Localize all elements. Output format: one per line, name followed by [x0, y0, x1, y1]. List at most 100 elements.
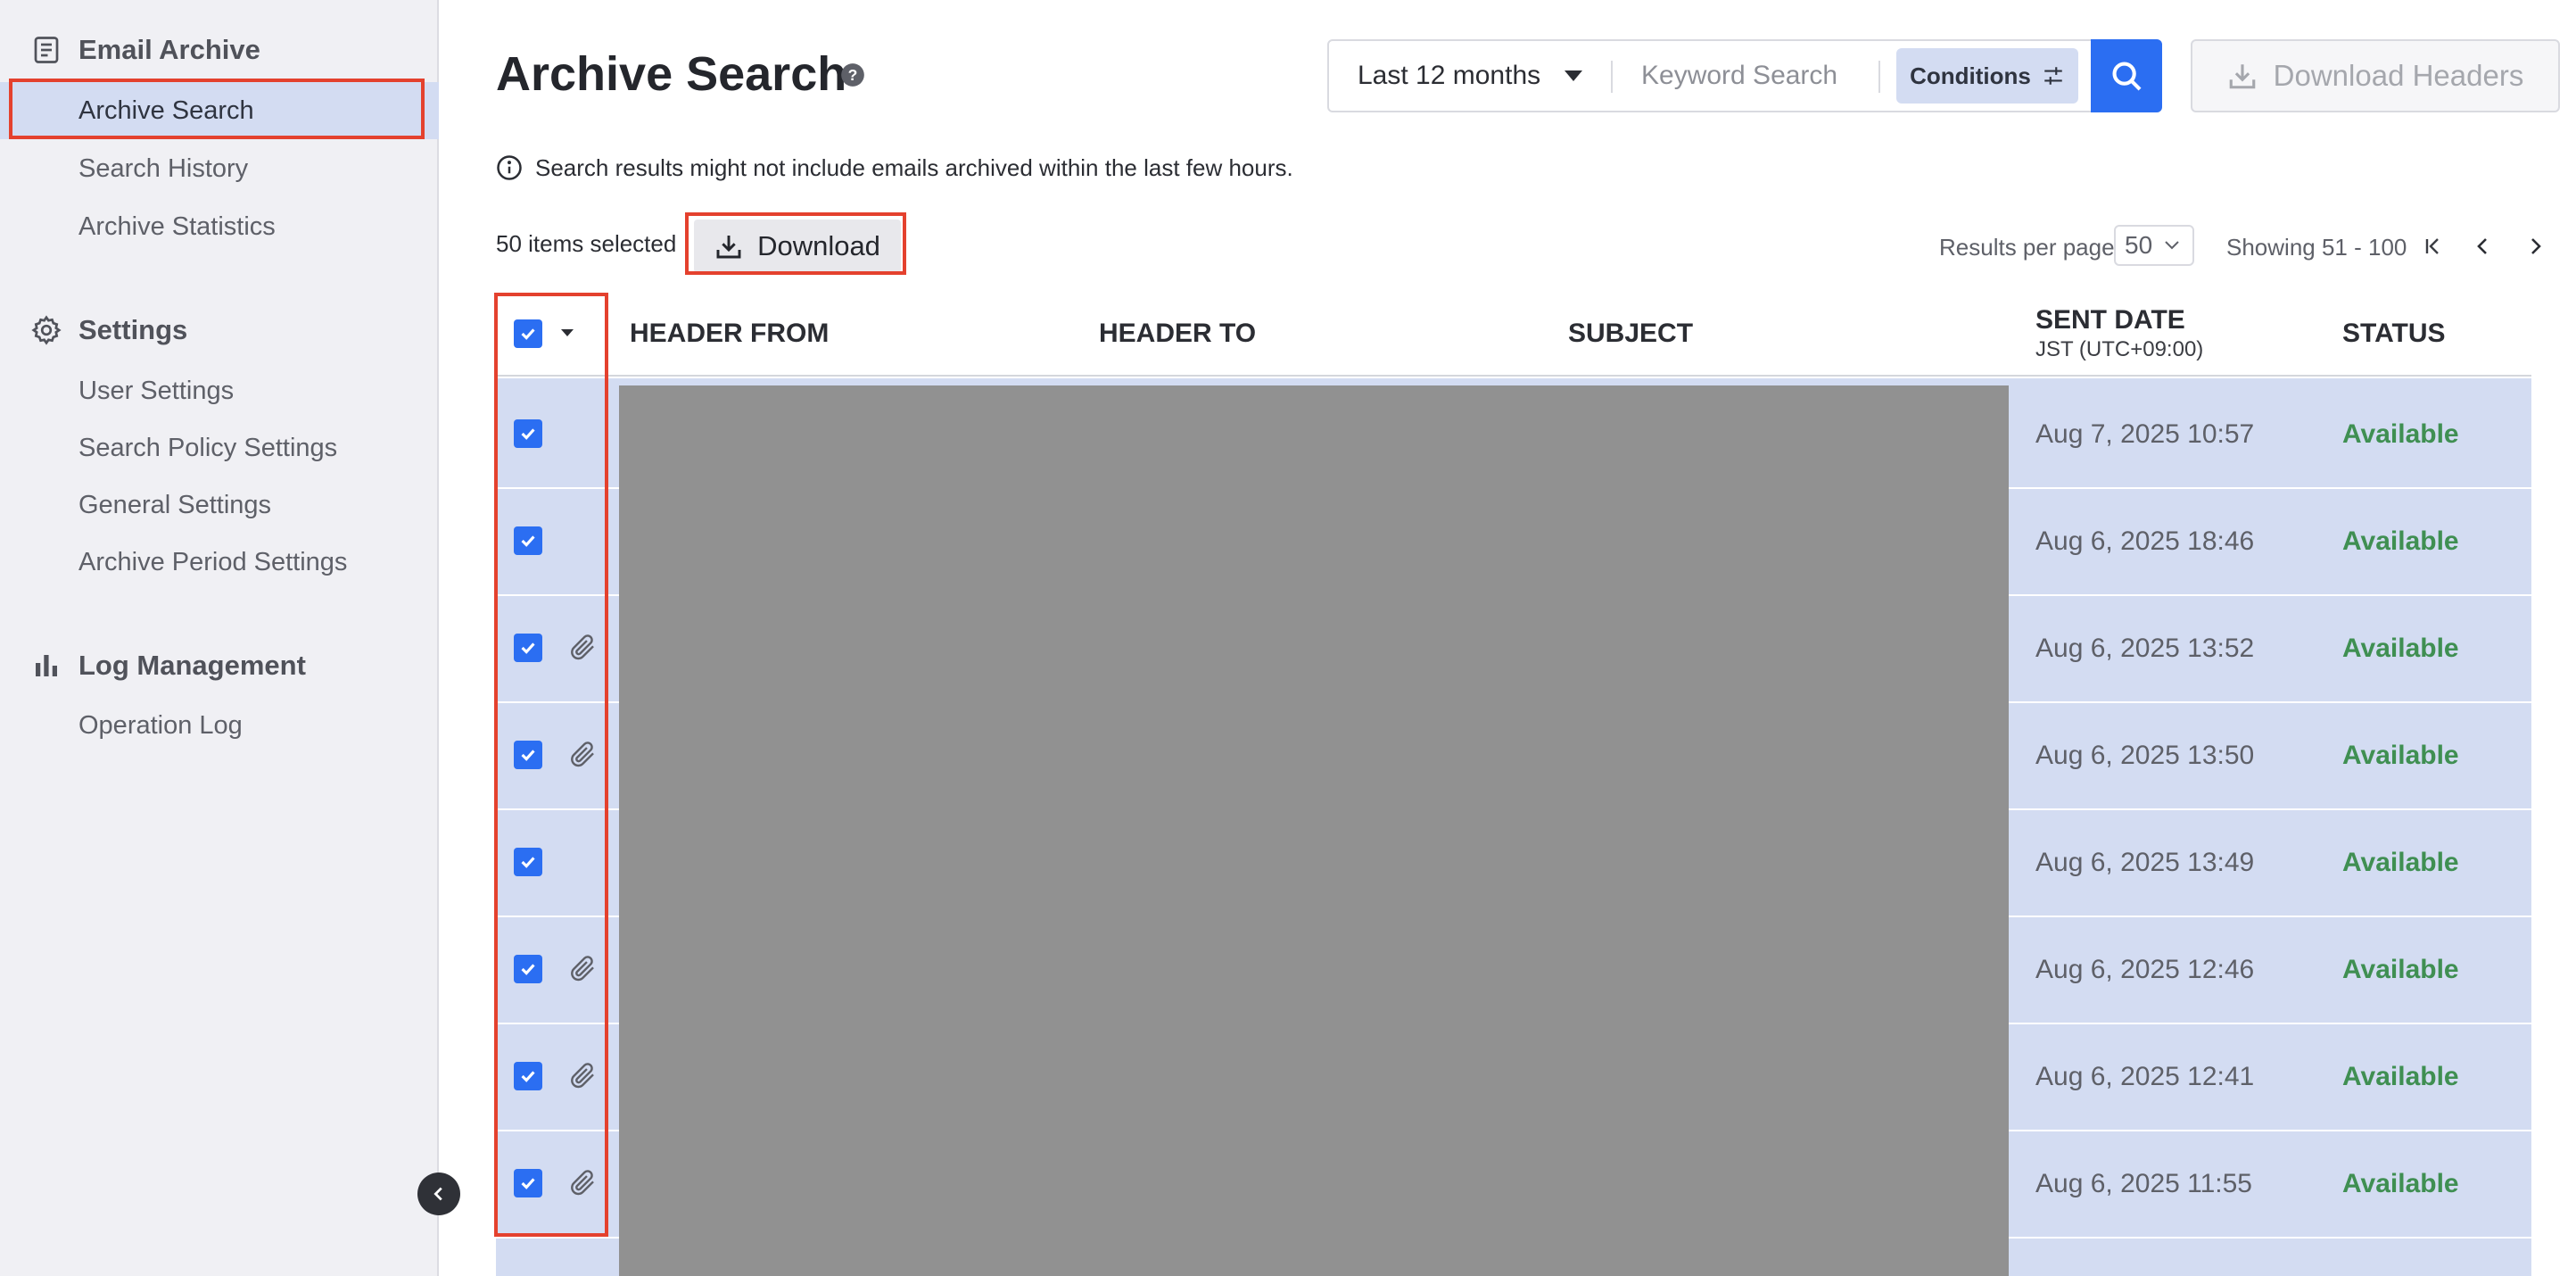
- previous-page-button[interactable]: [2469, 232, 2498, 261]
- chevron-left-icon: [433, 1187, 442, 1201]
- paperclip-icon: [571, 742, 594, 767]
- bar-chart-icon: [36, 655, 57, 676]
- check-icon: [521, 857, 535, 868]
- first-page-icon: [2425, 238, 2439, 254]
- nav-section-email-archive: Email Archive: [30, 29, 260, 71]
- page-title: Archive Search: [496, 47, 847, 101]
- showing-range: Showing 51 - 100: [2226, 234, 2407, 261]
- nav-section-title: Log Management: [78, 650, 306, 681]
- nav-section-settings: Settings: [30, 309, 187, 352]
- status-badge: Available: [2342, 955, 2459, 984]
- status-badge: Available: [2342, 1062, 2459, 1091]
- check-icon: [521, 964, 535, 975]
- cell-sent-date: Aug 7, 2025 10:57: [2035, 419, 2255, 449]
- conditions-label: Conditions: [1910, 62, 2031, 89]
- first-page-button[interactable]: [2419, 232, 2448, 261]
- row-checkbox[interactable]: [514, 848, 542, 876]
- cell-sent-date: Aug 6, 2025 12:41: [2035, 1062, 2255, 1091]
- download-icon: [2229, 64, 2255, 89]
- sidebar-item-search-history[interactable]: Search History: [0, 140, 439, 197]
- cell-sent-date: Aug 6, 2025 13:50: [2035, 741, 2255, 770]
- status-badge: Available: [2342, 848, 2459, 877]
- results-per-page-value: 50: [2125, 231, 2153, 259]
- next-page-button[interactable]: [2521, 232, 2549, 261]
- sent-date-label: SENT DATE: [2035, 305, 2185, 335]
- sidebar-item-operation-log[interactable]: Operation Log: [0, 697, 439, 754]
- divider: [1611, 61, 1613, 93]
- gear-icon: [31, 315, 62, 345]
- row-checkbox[interactable]: [514, 955, 542, 983]
- search-icon: [2112, 62, 2142, 91]
- notice-text: Search results might not include emails …: [535, 153, 1293, 181]
- cell-sent-date: Aug 6, 2025 11:55: [2035, 1169, 2252, 1198]
- help-icon[interactable]: ?: [840, 62, 865, 87]
- paperclip-icon: [571, 1170, 594, 1196]
- notice: Search results might not include emails …: [496, 153, 1293, 182]
- cell-sent-date: Aug 6, 2025 13:49: [2035, 848, 2255, 877]
- cell-sent-date: Aug 6, 2025 18:46: [2035, 526, 2255, 556]
- collapse-sidebar-button[interactable]: [417, 1172, 460, 1215]
- row-checkbox[interactable]: [514, 741, 542, 769]
- period-select-value: Last 12 months: [1358, 61, 1541, 90]
- row-checkbox[interactable]: [514, 419, 542, 448]
- status-badge: Available: [2342, 419, 2459, 449]
- sidebar: Email Archive Archive Search Search Hist…: [0, 0, 460, 1276]
- column-header-to[interactable]: HEADER TO: [1099, 291, 1256, 377]
- download-label: Download: [757, 230, 880, 261]
- paperclip-icon: [571, 634, 594, 660]
- results-per-page-label: Results per page: [1939, 234, 2115, 261]
- keyword-search-input[interactable]: [1641, 55, 1866, 96]
- sidebar-item-archive-search[interactable]: Archive Search: [0, 82, 439, 139]
- column-header-status[interactable]: STATUS: [2342, 291, 2446, 377]
- sidebar-item-search-policy-settings[interactable]: Search Policy Settings: [0, 419, 439, 476]
- nav-section-title: Settings: [78, 314, 188, 345]
- sidebar-item-archive-period-settings[interactable]: Archive Period Settings: [0, 534, 439, 591]
- row-checkbox[interactable]: [514, 1062, 542, 1090]
- chevron-left-icon: [2477, 238, 2487, 254]
- redacted-area: [619, 385, 2009, 1276]
- cell-sent-date: Aug 6, 2025 13:52: [2035, 634, 2255, 663]
- period-select[interactable]: Last 12 months: [1329, 41, 1611, 111]
- caret-down-icon: [1565, 70, 1583, 81]
- check-icon: [521, 428, 535, 440]
- check-icon: [521, 535, 535, 547]
- select-all-checkbox[interactable]: [514, 319, 542, 348]
- row-checkbox[interactable]: [514, 526, 542, 555]
- archive-icon: [34, 37, 59, 63]
- nav-section-log-management: Log Management: [30, 644, 306, 687]
- sidebar-item-general-settings[interactable]: General Settings: [0, 476, 439, 534]
- paperclip-icon: [571, 956, 594, 982]
- check-icon: [521, 1071, 535, 1082]
- column-header-subject[interactable]: SUBJECT: [1568, 291, 1693, 377]
- check-icon: [521, 750, 535, 761]
- check-icon: [521, 328, 535, 340]
- paperclip-icon: [571, 1063, 594, 1089]
- status-badge: Available: [2342, 1169, 2459, 1198]
- download-headers-label: Download Headers: [2273, 59, 2524, 92]
- conditions-button[interactable]: Conditions: [1896, 48, 2078, 104]
- info-icon: [497, 155, 522, 180]
- cell-sent-date: Aug 6, 2025 12:46: [2035, 955, 2255, 984]
- row-checkbox[interactable]: [514, 634, 542, 662]
- search-bar: Last 12 months Conditions: [1327, 39, 2162, 112]
- results-per-page-select[interactable]: 50: [2114, 225, 2194, 266]
- download-button[interactable]: Download: [694, 220, 901, 273]
- divider: [1878, 61, 1880, 93]
- selected-count: 50 items selected: [496, 230, 677, 257]
- column-header-from[interactable]: HEADER FROM: [630, 291, 829, 377]
- status-badge: Available: [2342, 741, 2459, 770]
- check-icon: [521, 1178, 535, 1189]
- row-checkbox[interactable]: [514, 1169, 542, 1197]
- sent-date-timezone: JST (UTC+09:00): [2035, 337, 2204, 361]
- search-button[interactable]: [2091, 39, 2162, 112]
- sidebar-item-user-settings[interactable]: User Settings: [0, 362, 439, 419]
- download-headers-button[interactable]: Download Headers: [2191, 39, 2560, 112]
- check-icon: [521, 642, 535, 654]
- caret-down-icon[interactable]: [560, 328, 574, 337]
- table-header: HEADER FROM HEADER TO SUBJECT SENT DATE …: [496, 291, 2531, 377]
- status-badge: Available: [2342, 526, 2459, 556]
- column-header-sent-date[interactable]: SENT DATE JST (UTC+09:00): [2035, 291, 2203, 377]
- chevron-down-icon: [2165, 241, 2179, 250]
- svg-text:?: ?: [848, 66, 858, 84]
- sidebar-item-archive-statistics[interactable]: Archive Statistics: [0, 198, 439, 255]
